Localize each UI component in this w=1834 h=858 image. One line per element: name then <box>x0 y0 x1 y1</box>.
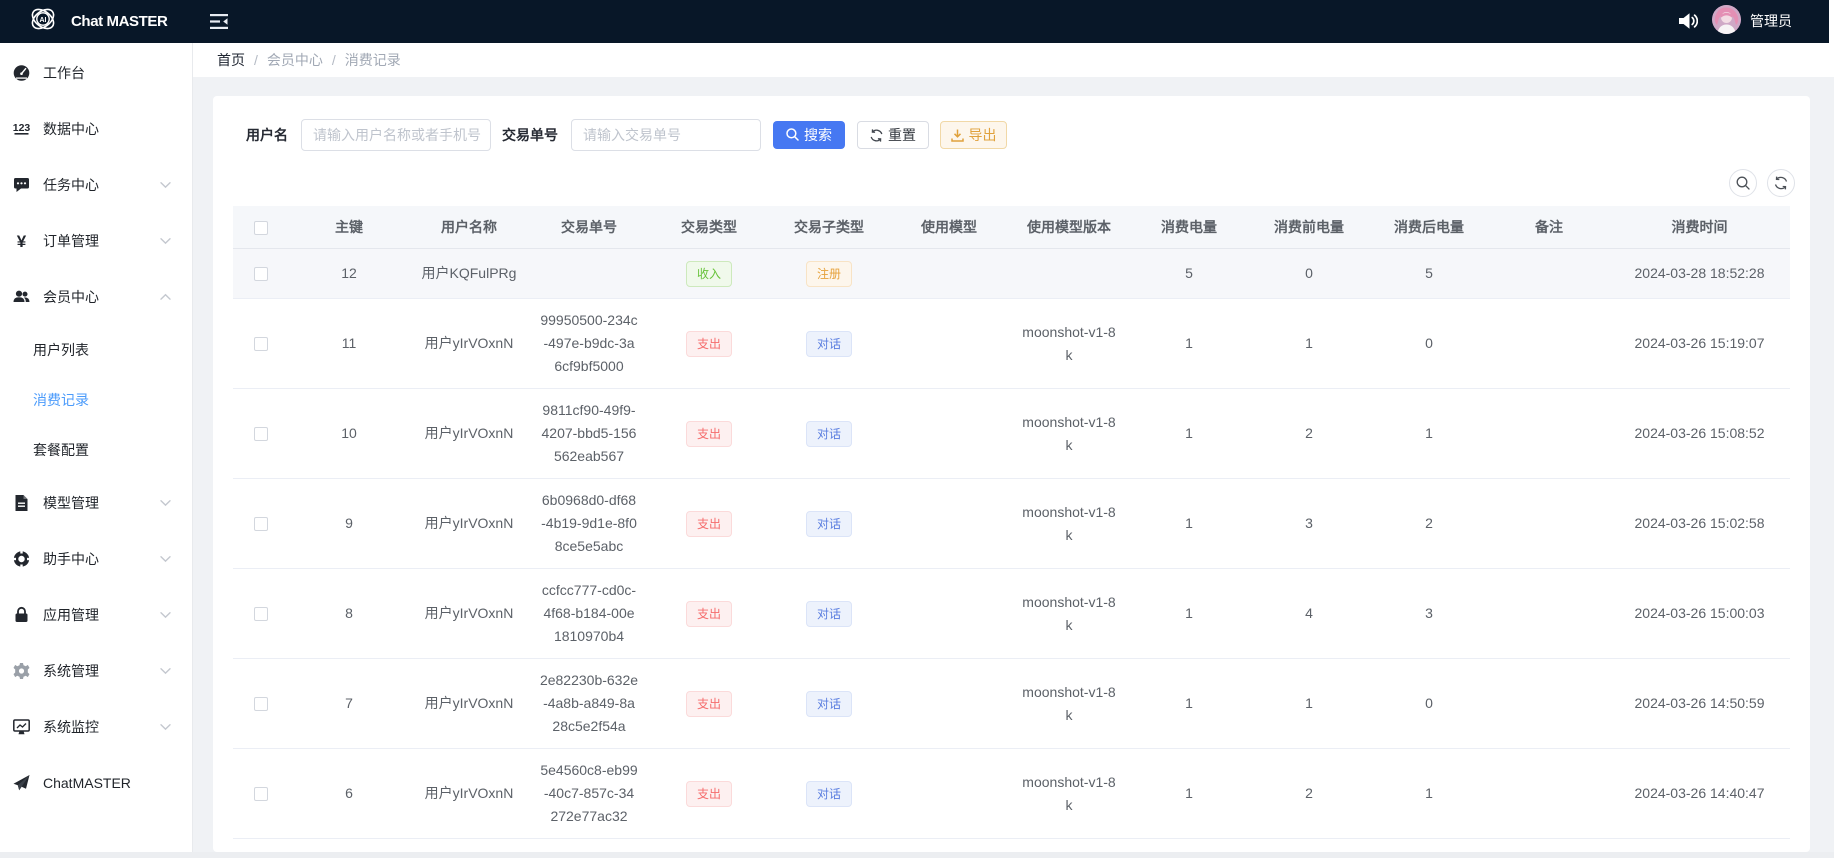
svg-text:¥: ¥ <box>17 233 27 250</box>
svg-text:123: 123 <box>13 122 30 134</box>
svg-text:AI: AI <box>40 17 47 24</box>
